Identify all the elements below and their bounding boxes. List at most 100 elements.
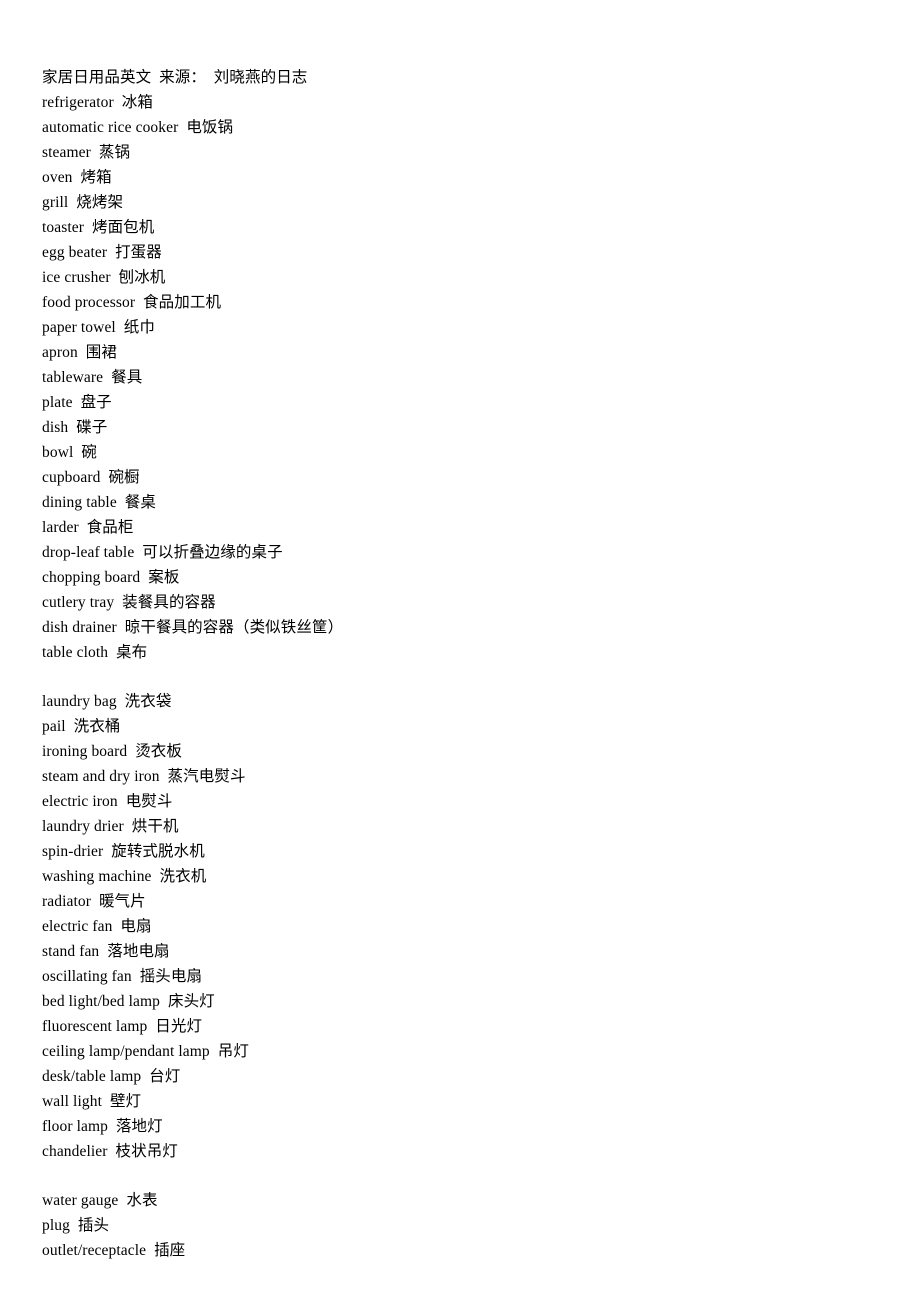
- entry-term: drop-leaf table: [42, 544, 135, 561]
- entry-gloss: 暖气片: [98, 892, 146, 910]
- vocabulary-entry: radiator 暖气片: [42, 889, 882, 914]
- entry-term: chopping board: [42, 569, 141, 586]
- entry-gloss: 案板: [148, 568, 180, 586]
- entry-term: bowl: [42, 444, 74, 461]
- vocabulary-entry: cupboard 碗橱: [42, 465, 882, 490]
- entry-separator: [132, 968, 140, 985]
- vocabulary-entry: floor lamp 落地灯: [42, 1114, 882, 1139]
- vocabulary-entry: dining table 餐桌: [42, 490, 882, 515]
- entry-gloss: 插座: [154, 1241, 186, 1259]
- entry-gloss: 烤面包机: [91, 218, 155, 236]
- entry-term: floor lamp: [42, 1118, 108, 1135]
- vocabulary-entry: dish 碟子: [42, 415, 882, 440]
- entry-term: ceiling lamp/pendant lamp: [42, 1043, 210, 1060]
- entry-gloss: 烤箱: [80, 168, 112, 186]
- vocabulary-entry: ceiling lamp/pendant lamp 吊灯: [42, 1039, 882, 1064]
- entry-term: dish drainer: [42, 619, 117, 636]
- entry-gloss: 烫衣板: [135, 742, 183, 760]
- entry-gloss: 装餐具的容器: [122, 593, 216, 611]
- vocabulary-entry: chopping board 案板: [42, 565, 882, 590]
- vocabulary-entry: outlet/receptacle 插座: [42, 1238, 882, 1263]
- entry-term: toaster: [42, 219, 85, 236]
- vocabulary-entry: electric fan 电扇: [42, 914, 882, 939]
- entry-gloss: 烘干机: [131, 817, 179, 835]
- entry-separator: [210, 1043, 218, 1060]
- entry-separator: [111, 269, 119, 286]
- vocabulary-entry: steam and dry iron 蒸汽电熨斗: [42, 764, 882, 789]
- entry-gloss: 电扇: [120, 917, 152, 935]
- vocabulary-entry: larder 食品柜: [42, 515, 882, 540]
- entry-gloss: 餐具: [111, 368, 143, 386]
- vocabulary-entry: chandelier 枝状吊灯: [42, 1139, 882, 1164]
- vocabulary-entry: ice crusher 刨冰机: [42, 265, 882, 290]
- entry-term: tableware: [42, 369, 104, 386]
- entry-gloss: 洗衣袋: [124, 692, 172, 710]
- entry-gloss: 碟子: [76, 418, 108, 436]
- vocabulary-entry: ironing board 烫衣板: [42, 739, 882, 764]
- entry-term: plate: [42, 394, 73, 411]
- entry-term: bed light/bed lamp: [42, 993, 161, 1010]
- vocabulary-entry: plate 盘子: [42, 390, 882, 415]
- entry-term: paper towel: [42, 319, 116, 336]
- entry-separator: [103, 369, 111, 386]
- vocabulary-entry: dish drainer 晾干餐具的容器（类似铁丝筐）: [42, 615, 882, 640]
- entry-separator: [108, 1143, 116, 1160]
- entry-term: spin-drier: [42, 843, 104, 860]
- entry-gloss: 日光灯: [155, 1017, 203, 1035]
- vocabulary-entry: fluorescent lamp 日光灯: [42, 1014, 882, 1039]
- entry-separator: [84, 219, 92, 236]
- entry-gloss: 晾干餐具的容器（类似铁丝筐）: [124, 618, 344, 636]
- vocabulary-entry: grill 烧烤架: [42, 190, 882, 215]
- entry-term: dining table: [42, 494, 117, 511]
- entry-term: dish: [42, 419, 69, 436]
- entry-separator: [160, 768, 168, 785]
- entry-separator: [79, 519, 87, 536]
- vocabulary-entry: electric iron 电熨斗: [42, 789, 882, 814]
- entry-term: oven: [42, 169, 73, 186]
- vocabulary-entry: pail 洗衣桶: [42, 714, 882, 739]
- vocabulary-entry: washing machine 洗衣机: [42, 864, 882, 889]
- document-page: 家居日用品英文 来源： 刘晓燕的日志 refrigerator 冰箱 automa…: [0, 0, 920, 1302]
- entry-separator: [152, 868, 160, 885]
- entry-separator: [114, 94, 122, 111]
- entry-term: electric fan: [42, 918, 113, 935]
- entry-term: chandelier: [42, 1143, 108, 1160]
- vocabulary-entry: table cloth 桌布: [42, 640, 882, 665]
- entry-gloss: 食品柜: [86, 518, 134, 536]
- entry-gloss: 吊灯: [217, 1042, 249, 1060]
- vocabulary-entry: laundry drier 烘干机: [42, 814, 882, 839]
- entry-separator: [124, 818, 132, 835]
- entry-term: pail: [42, 718, 66, 735]
- entry-term: steam and dry iron: [42, 768, 160, 785]
- entry-term: food processor: [42, 294, 136, 311]
- vocabulary-entry: bowl 碗: [42, 440, 882, 465]
- entry-separator: [127, 743, 135, 760]
- entry-term: radiator: [42, 893, 91, 910]
- vocabulary-entry: food processor 食品加工机: [42, 290, 882, 315]
- entry-separator: [116, 319, 124, 336]
- entry-term: ironing board: [42, 743, 128, 760]
- entry-gloss: 落地灯: [115, 1117, 163, 1135]
- entry-separator: [66, 718, 74, 735]
- document-title: 家居日用品英文 来源： 刘晓燕的日志: [42, 69, 308, 86]
- entry-gloss: 食品加工机: [143, 293, 222, 311]
- document-body: 家居日用品英文 来源： 刘晓燕的日志 refrigerator 冰箱 automa…: [42, 66, 882, 1263]
- entry-gloss: 碗: [81, 443, 97, 461]
- vocabulary-entry: desk/table lamp 台灯: [42, 1064, 882, 1089]
- entry-gloss: 枝状吊灯: [115, 1142, 178, 1160]
- entry-separator: [102, 1093, 110, 1110]
- entry-gloss: 纸巾: [123, 318, 155, 336]
- entry-term: refrigerator: [42, 94, 114, 111]
- entry-separator: [78, 344, 86, 361]
- entry-gloss: 壁灯: [109, 1092, 142, 1110]
- entry-gloss: 桌布: [116, 643, 148, 661]
- entry-term: water gauge: [42, 1192, 119, 1209]
- vocabulary-entry: apron 围裙: [42, 340, 882, 365]
- vocabulary-entry: automatic rice cooker 电饭锅: [42, 115, 882, 140]
- entry-separator: [73, 394, 81, 411]
- entry-gloss: 洗衣机: [159, 867, 207, 885]
- entry-term: stand fan: [42, 943, 100, 960]
- entry-term: outlet/receptacle: [42, 1242, 147, 1259]
- vocabulary-entry: cutlery tray 装餐具的容器: [42, 590, 882, 615]
